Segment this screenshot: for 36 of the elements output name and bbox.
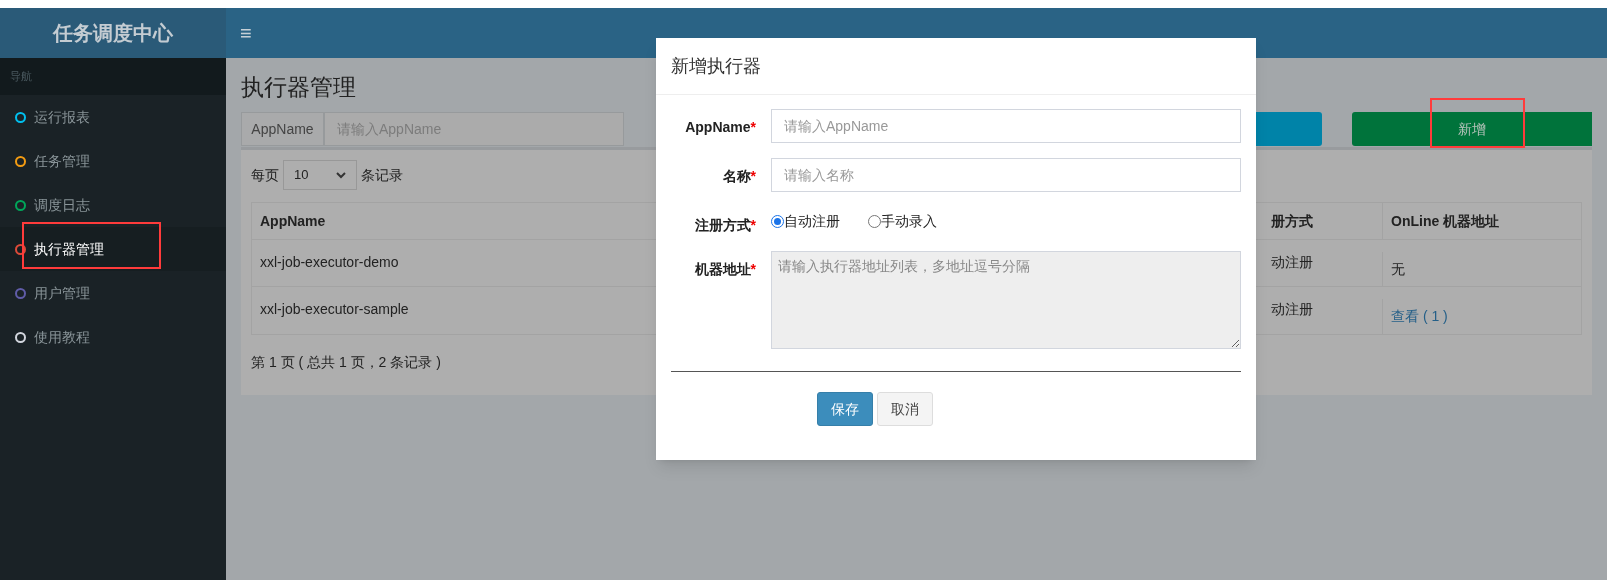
sidebar-item[interactable]: 任务管理 — [0, 139, 226, 183]
page-size-suffix: 条记录 — [361, 165, 403, 185]
column-header: OnLine 机器地址 — [1382, 203, 1581, 239]
column-header: 册方式 — [1270, 211, 1314, 231]
table-cell-text: 动注册 — [1270, 300, 1314, 319]
sidebar-item[interactable]: 调度日志 — [0, 183, 226, 227]
page-size-label: 每页 — [251, 165, 279, 185]
modal-title: 新增执行器 — [671, 54, 761, 78]
field-label: 注册方式* — [693, 216, 756, 235]
table-cell-text: xxl-job-executor-demo — [259, 253, 400, 272]
logo-text: 任务调度中心 — [53, 21, 173, 46]
search-label: AppName — [241, 112, 324, 146]
cancel-button[interactable]: 取消 — [877, 392, 933, 426]
sidebar-item[interactable]: 运行报表 — [0, 95, 226, 139]
radio-option[interactable]: 手动录入 — [868, 211, 937, 232]
sidebar-item[interactable]: 使用教程 — [0, 315, 226, 359]
add-button[interactable]: 新增 — [1352, 112, 1592, 146]
table-cell-text: xxl-job-executor-sample — [259, 300, 410, 319]
menu-toggle[interactable]: ≡ — [240, 18, 252, 48]
view-link[interactable]: 查看 ( 1 ) — [1382, 299, 1581, 334]
column-header: AppName — [259, 211, 327, 231]
page-title: 执行器管理 — [241, 73, 357, 102]
page-size-select[interactable]: 10 — [283, 160, 357, 190]
radio-option[interactable]: 自动注册 — [771, 211, 840, 232]
sidebar-item[interactable]: 用户管理 — [0, 271, 226, 315]
field-label: 机器地址* — [693, 260, 756, 279]
pagination-info: 第 1 页 ( 总共 1 页，2 条记录 ) — [251, 353, 442, 372]
input-field[interactable]: 请输入名称 — [771, 158, 1241, 192]
field-label: AppName* — [684, 118, 756, 137]
table-cell-text: 动注册 — [1270, 253, 1314, 272]
sidebar-item[interactable]: 执行器管理 — [0, 227, 226, 271]
table-cell: 无 — [1382, 252, 1581, 286]
chevron-down-icon — [336, 171, 346, 179]
input-field[interactable]: 请输入AppName — [771, 109, 1241, 143]
field-label: 名称* — [721, 167, 756, 186]
save-button[interactable]: 保存 — [817, 392, 873, 426]
